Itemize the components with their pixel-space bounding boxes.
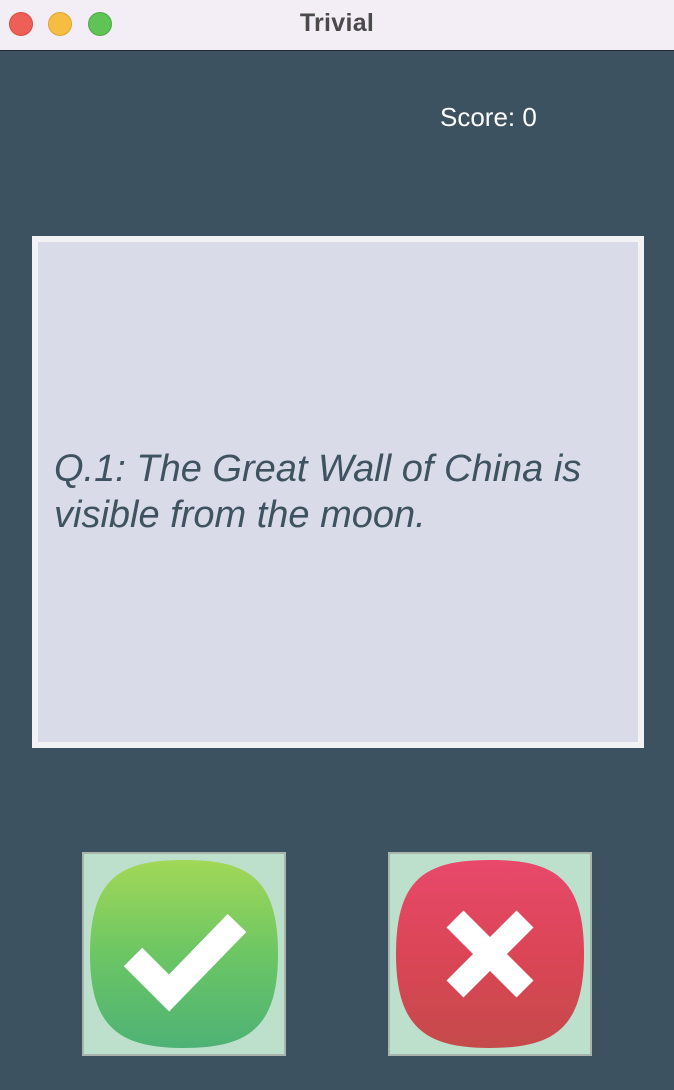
true-button[interactable] — [82, 852, 286, 1056]
score-label: Score: 0 — [440, 102, 537, 132]
title-bar: Trivial — [0, 0, 674, 51]
window-title: Trivial — [299, 9, 375, 37]
checkmark-icon — [90, 860, 278, 1048]
false-button[interactable] — [388, 852, 592, 1056]
question-card: Q.1: The Great Wall of China is visible … — [32, 236, 644, 748]
cross-icon — [396, 860, 584, 1048]
app-window: Trivial Score: 0 Q.1: The Great Wall of … — [0, 0, 674, 1090]
question-text: Q.1: The Great Wall of China is visible … — [54, 448, 582, 536]
question-card-inner: Q.1: The Great Wall of China is visible … — [38, 242, 638, 742]
